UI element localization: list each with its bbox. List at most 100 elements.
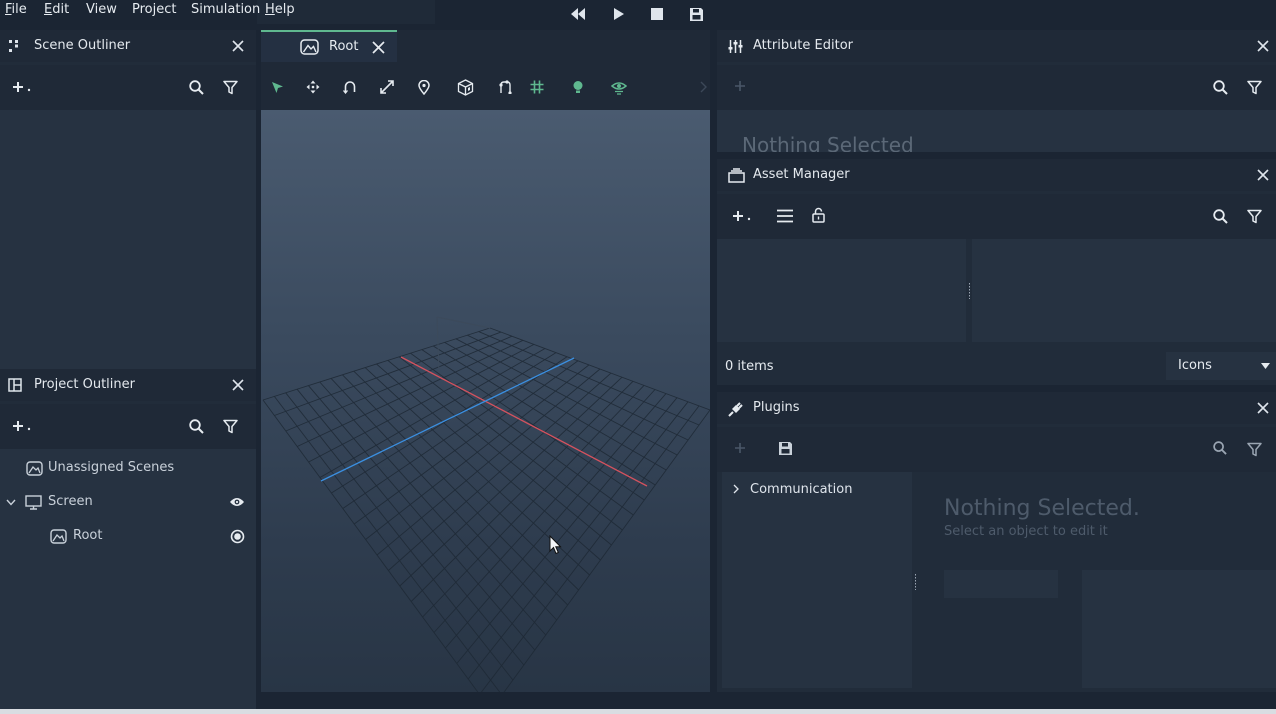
menu-view[interactable]: View — [86, 2, 117, 17]
empty-state-title: Nothing Selected. — [944, 496, 1140, 521]
scene-outliner-panel: Scene Outliner — [0, 30, 256, 369]
cube-icon[interactable] — [456, 78, 474, 96]
dropdown-arrow-icon — [1260, 362, 1270, 370]
sliders-icon — [727, 38, 743, 54]
add-icon[interactable] — [732, 208, 754, 224]
view-mode-value: Icons — [1178, 358, 1212, 373]
pin-icon[interactable] — [416, 79, 432, 95]
close-icon[interactable] — [232, 40, 246, 54]
plugins-toolbar — [717, 427, 1276, 472]
menu-help[interactable]: Help — [265, 2, 295, 17]
scene-outliner-header: Scene Outliner — [0, 30, 256, 62]
monitor-icon — [24, 493, 42, 511]
save-icon[interactable] — [687, 5, 705, 23]
asset-folder-tree — [717, 239, 966, 342]
menu-project[interactable]: Project — [132, 2, 176, 17]
tab-root[interactable]: Root — [261, 30, 397, 62]
tree-item-label: Unassigned Scenes — [48, 460, 175, 475]
add-icon[interactable] — [733, 79, 747, 93]
tree-item-root[interactable]: Root — [0, 523, 256, 549]
search-icon[interactable] — [187, 78, 205, 96]
chevron-right-icon[interactable] — [731, 483, 741, 495]
eye-icon[interactable] — [228, 494, 246, 510]
menu-edit[interactable]: Edit — [44, 2, 69, 17]
project-outliner-body: Unassigned Scenes Screen Root — [0, 449, 256, 709]
viewport-toolbar — [261, 65, 710, 110]
close-icon[interactable] — [1257, 402, 1271, 416]
scene-outliner-title: Scene Outliner — [34, 38, 131, 53]
rotate-icon[interactable] — [342, 79, 358, 95]
empty-state-subtitle: Select an object to edit it — [944, 524, 1108, 539]
project-outliner-toolbar — [0, 404, 256, 449]
attribute-editor-toolbar — [717, 65, 1276, 110]
project-outliner-title: Project Outliner — [34, 377, 135, 392]
project-outliner-header: Project Outliner — [0, 369, 256, 401]
plug-icon — [727, 400, 745, 417]
scale-icon[interactable] — [379, 79, 395, 95]
list-view-icon[interactable] — [776, 207, 794, 225]
asset-content-area — [972, 239, 1276, 342]
attribute-editor-header: Attribute Editor — [717, 30, 1276, 62]
add-icon[interactable] — [12, 79, 34, 95]
path-nodes-icon[interactable] — [498, 79, 514, 95]
scene-icon — [299, 39, 319, 55]
asset-manager-panel: Asset Manager 0 items Icons — [717, 159, 1276, 385]
project-outliner-panel: Project Outliner Unassigned Scenes Scree… — [0, 369, 256, 709]
layout-icon — [8, 378, 22, 392]
chevron-down-icon[interactable] — [4, 495, 18, 509]
asset-manager-header: Asset Manager — [717, 159, 1276, 191]
scene-outliner-body — [0, 110, 256, 369]
plugins-tree: Communication — [722, 472, 912, 688]
plugins-header: Plugins — [717, 392, 1276, 424]
outliner-tree-icon — [7, 39, 21, 53]
grid-icon[interactable] — [529, 79, 545, 95]
rewind-icon[interactable] — [569, 5, 587, 23]
menu-bar: File Edit View Project Simulation Help — [0, 0, 1276, 30]
select-cursor-icon[interactable] — [269, 79, 285, 95]
attribute-editor-panel: Attribute Editor Nothing Selected — [717, 30, 1276, 152]
filter-icon[interactable] — [221, 78, 239, 96]
light-bulb-icon[interactable] — [570, 79, 586, 95]
splitter-handle[interactable] — [914, 574, 918, 590]
camera-view-icon[interactable] — [610, 79, 628, 95]
close-icon[interactable] — [1257, 40, 1271, 54]
save-icon[interactable] — [777, 440, 793, 456]
placeholder-panel — [1082, 570, 1276, 688]
search-icon[interactable] — [1211, 78, 1229, 96]
filter-icon[interactable] — [1245, 440, 1263, 458]
view-mode-select[interactable]: Icons — [1166, 352, 1276, 380]
close-icon[interactable] — [1257, 169, 1271, 183]
search-icon[interactable] — [187, 417, 205, 435]
scene-outliner-toolbar — [0, 65, 256, 110]
filter-icon[interactable] — [221, 417, 239, 435]
tree-item-screen[interactable]: Screen — [0, 489, 256, 515]
menu-file[interactable]: File — [5, 2, 27, 17]
play-icon[interactable] — [610, 5, 628, 23]
add-icon[interactable] — [733, 441, 747, 455]
tree-item-label: Communication — [750, 482, 853, 497]
assets-icon — [727, 167, 745, 183]
radio-selected-icon[interactable] — [229, 528, 245, 544]
asset-count: 0 items — [725, 359, 774, 374]
filter-icon[interactable] — [1245, 78, 1263, 96]
scene-icon — [25, 459, 43, 477]
3d-viewport[interactable] — [261, 110, 710, 692]
close-icon[interactable] — [232, 379, 246, 393]
filter-icon[interactable] — [1245, 207, 1263, 225]
stop-icon[interactable] — [648, 5, 666, 23]
plugins-title: Plugins — [753, 400, 800, 415]
tree-item-label: Root — [73, 528, 103, 543]
empty-state-title: Nothing Selected — [742, 133, 914, 152]
menu-simulation[interactable]: Simulation — [191, 2, 260, 17]
tab-label: Root — [329, 39, 359, 54]
move-icon[interactable] — [305, 79, 321, 95]
mouse-cursor-icon — [549, 535, 563, 555]
tree-item-unassigned-scenes[interactable]: Unassigned Scenes — [0, 455, 256, 481]
search-icon[interactable] — [1212, 440, 1228, 456]
search-icon[interactable] — [1211, 207, 1229, 225]
lock-icon[interactable] — [810, 206, 826, 224]
tree-item-communication[interactable]: Communication — [722, 478, 912, 500]
close-icon[interactable] — [372, 41, 386, 55]
chevron-right-icon[interactable] — [697, 79, 709, 95]
add-icon[interactable] — [12, 418, 34, 434]
